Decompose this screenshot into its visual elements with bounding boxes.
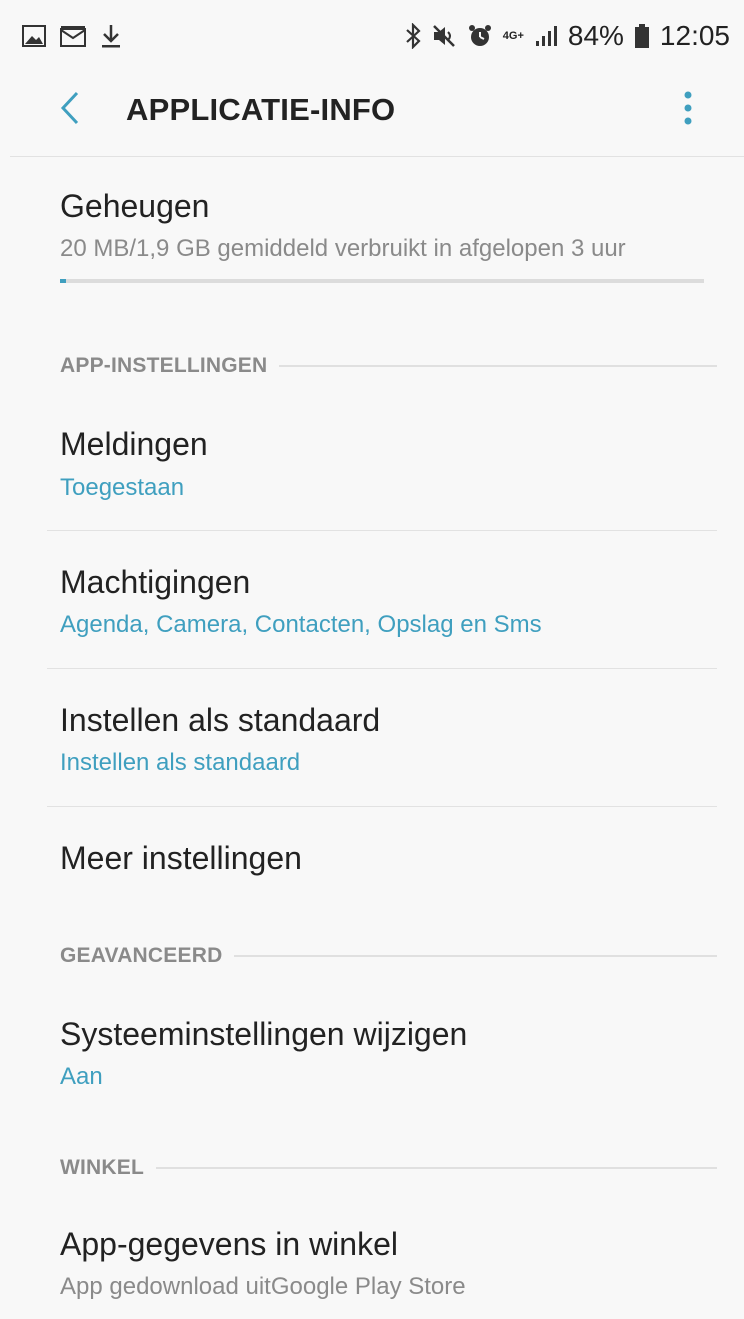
section-app-settings: APP-INSTELLINGEN: [60, 354, 717, 378]
notifications-item[interactable]: Meldingen Toegestaan: [0, 410, 744, 530]
app-info-screen: 4G+ 84% 12:05 APPLICATIE-INFO Geheugen 2…: [0, 0, 744, 1319]
status-bar-left: [22, 23, 122, 49]
more-vert-icon: [684, 91, 692, 130]
bluetooth-icon: [405, 23, 421, 49]
permissions-title: Machtigingen: [60, 564, 251, 600]
download-icon: [100, 23, 122, 49]
memory-progress-fill: [60, 279, 67, 283]
notifications-subtitle: Toegestaan: [60, 474, 185, 501]
page-title: APPLICATIE-INFO: [126, 92, 396, 127]
store-details-subtitle: App gedownload uitGoogle Play Store: [60, 1273, 466, 1300]
store-details-item[interactable]: App-gegevens in winkel App gedownload ui…: [0, 1212, 744, 1312]
permissions-subtitle: Agenda, Camera, Contacten, Opslag en Sms: [60, 611, 542, 638]
back-button[interactable]: [50, 90, 90, 130]
battery-icon: [634, 23, 650, 49]
modify-system-settings-title: Systeeminstellingen wijzigen: [60, 1016, 468, 1052]
section-line: [234, 955, 717, 957]
chevron-left-icon: [59, 90, 81, 131]
memory-title: Geheugen: [60, 188, 210, 224]
message-icon: [60, 25, 86, 47]
section-store: WINKEL: [60, 1156, 717, 1180]
section-label-advanced: GEAVANCEERD: [60, 944, 223, 967]
store-details-title: App-gegevens in winkel: [60, 1226, 398, 1262]
notifications-title: Meldingen: [60, 426, 208, 462]
defaults-title: Instellen als standaard: [60, 702, 381, 738]
battery-percent: 84%: [567, 20, 624, 51]
status-time: 12:05: [659, 20, 730, 51]
section-label-store: WINKEL: [60, 1156, 145, 1179]
modify-system-settings-item[interactable]: Systeeminstellingen wijzigen Aan: [0, 1000, 744, 1110]
defaults-item[interactable]: Instellen als standaard Instellen als st…: [0, 686, 744, 806]
status-bar: 4G+ 84% 12:05: [0, 0, 744, 72]
divider: [47, 530, 717, 531]
section-line: [279, 365, 717, 367]
network-label: 4G+: [502, 29, 524, 42]
app-bar-divider: [10, 156, 744, 157]
alarm-icon: [467, 23, 493, 49]
section-label-app-settings: APP-INSTELLINGEN: [60, 354, 268, 377]
more-settings-item[interactable]: Meer instellingen: [0, 808, 744, 918]
gallery-icon: [22, 25, 46, 47]
status-bar-right: 4G+ 84% 12:05: [405, 20, 730, 52]
more-options-button[interactable]: [668, 88, 708, 132]
section-advanced: GEAVANCEERD: [60, 944, 717, 968]
memory-progress-bar: [60, 279, 704, 283]
divider: [47, 668, 717, 669]
defaults-subtitle: Instellen als standaard: [60, 749, 301, 776]
mute-icon: [431, 23, 457, 49]
memory-subtitle: 20 MB/1,9 GB gemiddeld verbruikt in afge…: [60, 235, 626, 262]
signal-icon: [534, 25, 558, 47]
modify-system-settings-subtitle: Aan: [60, 1063, 103, 1090]
more-settings-title: Meer instellingen: [60, 840, 302, 876]
section-line: [156, 1167, 717, 1169]
divider: [47, 806, 717, 807]
permissions-item[interactable]: Machtigingen Agenda, Camera, Contacten, …: [0, 548, 744, 668]
network-4g-icon: 4G+: [502, 29, 524, 42]
app-bar: APPLICATIE-INFO: [0, 72, 744, 157]
